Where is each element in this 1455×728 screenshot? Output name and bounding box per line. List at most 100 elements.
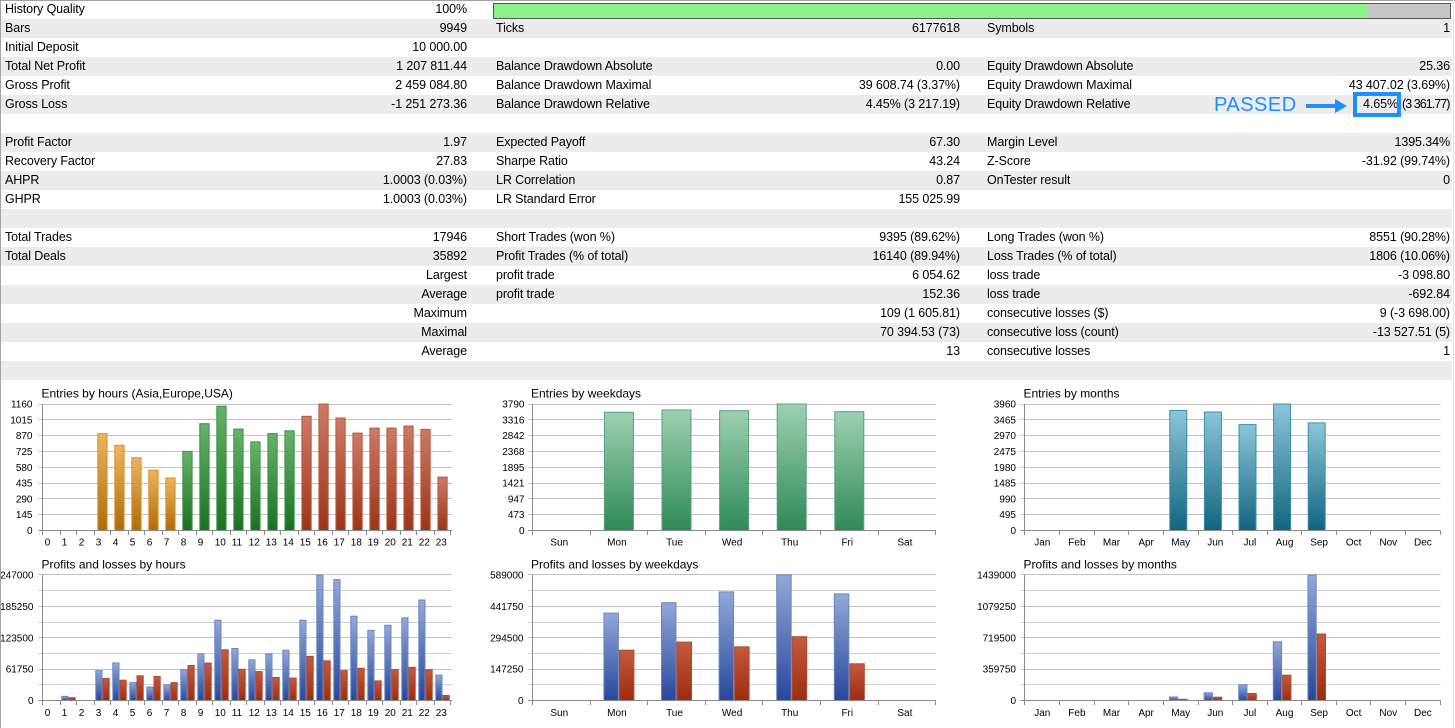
svg-text:5: 5 <box>130 538 136 549</box>
svg-text:1: 1 <box>62 538 68 549</box>
svg-text:2842: 2842 <box>502 431 525 442</box>
svg-text:4: 4 <box>113 708 119 719</box>
svg-text:8: 8 <box>181 708 187 719</box>
svg-text:11: 11 <box>232 538 243 549</box>
svg-text:19: 19 <box>368 708 380 719</box>
svg-text:495: 495 <box>999 510 1016 521</box>
svg-text:Sun: Sun <box>550 538 568 549</box>
svg-text:14: 14 <box>283 708 295 719</box>
svg-text:1895: 1895 <box>502 463 525 474</box>
svg-text:2970: 2970 <box>994 431 1017 442</box>
svg-text:3790: 3790 <box>502 400 525 411</box>
svg-text:15: 15 <box>300 538 312 549</box>
svg-text:Wed: Wed <box>722 708 742 719</box>
svg-text:Sat: Sat <box>897 708 912 719</box>
svg-text:21: 21 <box>402 708 414 719</box>
svg-text:Jun: Jun <box>1207 538 1223 549</box>
svg-text:870: 870 <box>16 431 33 442</box>
svg-text:Jun: Jun <box>1207 708 1223 719</box>
svg-text:1015: 1015 <box>10 415 33 426</box>
svg-text:Oct: Oct <box>1346 538 1362 549</box>
svg-text:2: 2 <box>79 708 85 719</box>
svg-text:719500: 719500 <box>983 633 1017 644</box>
svg-text:0: 0 <box>28 696 34 707</box>
svg-text:May: May <box>1171 538 1190 549</box>
svg-text:Profits and losses by months: Profits and losses by months <box>1024 558 1177 572</box>
svg-text:Sun: Sun <box>550 708 568 719</box>
svg-text:473: 473 <box>508 510 525 521</box>
svg-text:147250: 147250 <box>490 665 524 676</box>
svg-text:2475: 2475 <box>994 447 1017 458</box>
svg-text:185250: 185250 <box>0 602 34 613</box>
svg-text:Feb: Feb <box>1068 538 1086 549</box>
svg-text:Fri: Fri <box>841 538 853 549</box>
svg-text:Wed: Wed <box>722 538 742 549</box>
svg-text:Aug: Aug <box>1276 708 1294 719</box>
svg-text:3465: 3465 <box>994 415 1017 426</box>
svg-text:4: 4 <box>113 538 119 549</box>
svg-text:13: 13 <box>266 538 278 549</box>
svg-text:20: 20 <box>385 708 397 719</box>
svg-text:0: 0 <box>1010 696 1016 707</box>
svg-text:Tue: Tue <box>666 708 683 719</box>
svg-text:Oct: Oct <box>1346 708 1362 719</box>
svg-text:3: 3 <box>96 708 102 719</box>
svg-text:725: 725 <box>16 447 33 458</box>
svg-text:12: 12 <box>249 538 261 549</box>
svg-text:16: 16 <box>317 708 329 719</box>
svg-text:2: 2 <box>79 538 85 549</box>
svg-text:Tue: Tue <box>666 538 683 549</box>
svg-text:61750: 61750 <box>6 665 34 676</box>
svg-text:Mar: Mar <box>1103 538 1121 549</box>
svg-text:May: May <box>1171 708 1190 719</box>
svg-text:1160: 1160 <box>11 400 33 411</box>
svg-text:10: 10 <box>215 708 227 719</box>
svg-text:10: 10 <box>215 538 227 549</box>
svg-text:7: 7 <box>164 708 170 719</box>
svg-text:3316: 3316 <box>502 415 525 426</box>
svg-text:123500: 123500 <box>0 633 34 644</box>
svg-text:Profits and losses by weekdays: Profits and losses by weekdays <box>531 558 698 572</box>
svg-text:294500: 294500 <box>490 633 524 644</box>
svg-text:7: 7 <box>164 538 170 549</box>
svg-text:18: 18 <box>351 538 363 549</box>
svg-text:20: 20 <box>385 538 397 549</box>
svg-text:Nov: Nov <box>1379 538 1397 549</box>
svg-text:0: 0 <box>45 708 51 719</box>
svg-text:Entries by months: Entries by months <box>1024 387 1120 401</box>
svg-text:1: 1 <box>62 708 68 719</box>
svg-text:3960: 3960 <box>994 400 1017 411</box>
svg-text:6: 6 <box>147 708 153 719</box>
svg-text:Jan: Jan <box>1034 708 1050 719</box>
svg-text:8: 8 <box>181 538 187 549</box>
svg-text:359750: 359750 <box>983 665 1017 676</box>
svg-text:Feb: Feb <box>1068 708 1086 719</box>
svg-text:3: 3 <box>96 538 102 549</box>
svg-text:Jan: Jan <box>1034 538 1050 549</box>
svg-text:16: 16 <box>317 538 329 549</box>
svg-text:Entries by hours (Asia,Europe,: Entries by hours (Asia,Europe,USA) <box>42 387 233 401</box>
svg-text:435: 435 <box>16 479 33 490</box>
svg-text:12: 12 <box>249 708 261 719</box>
svg-text:1079250: 1079250 <box>977 602 1016 613</box>
svg-text:Apr: Apr <box>1138 708 1154 719</box>
svg-text:Mon: Mon <box>607 538 626 549</box>
svg-text:947: 947 <box>508 494 525 505</box>
svg-text:990: 990 <box>999 494 1016 505</box>
svg-text:Dec: Dec <box>1414 538 1432 549</box>
svg-text:15: 15 <box>300 708 312 719</box>
svg-text:Jul: Jul <box>1244 708 1257 719</box>
svg-text:17: 17 <box>334 708 346 719</box>
svg-text:Sep: Sep <box>1310 708 1328 719</box>
svg-text:9: 9 <box>198 708 204 719</box>
svg-text:580: 580 <box>16 463 33 474</box>
svg-text:Sat: Sat <box>897 538 912 549</box>
svg-text:Sep: Sep <box>1310 538 1328 549</box>
svg-text:1439000: 1439000 <box>977 571 1016 582</box>
svg-text:2368: 2368 <box>502 447 525 458</box>
svg-text:6: 6 <box>147 538 153 549</box>
svg-text:5: 5 <box>130 708 136 719</box>
svg-text:17: 17 <box>334 538 346 549</box>
svg-text:14: 14 <box>283 538 295 549</box>
svg-text:23: 23 <box>436 538 448 549</box>
